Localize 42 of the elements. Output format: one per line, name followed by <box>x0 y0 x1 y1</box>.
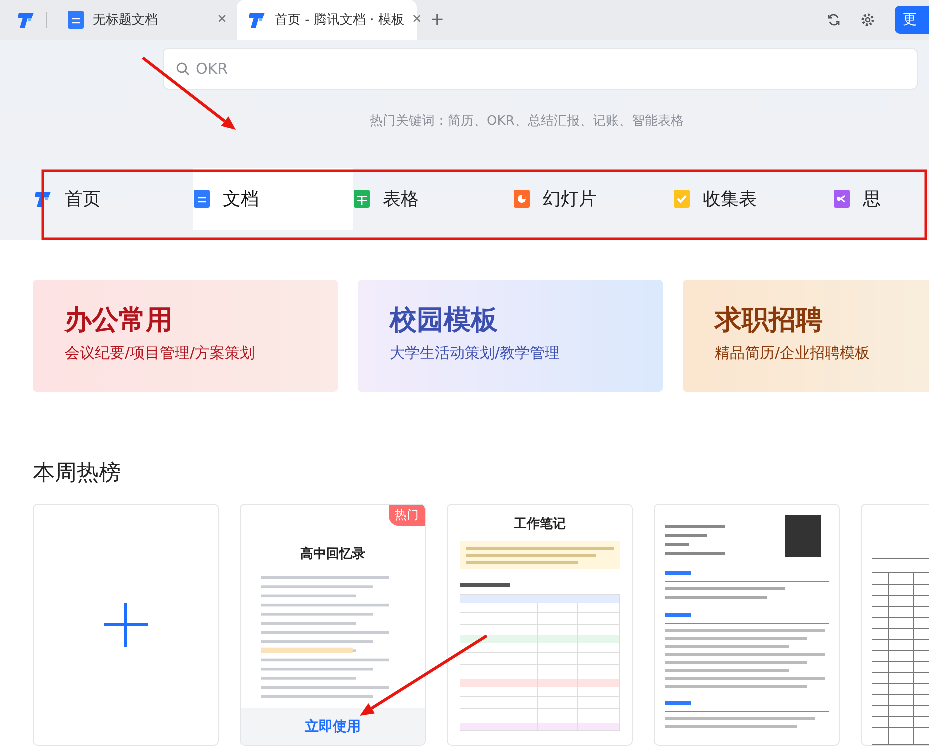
slides-icon <box>513 189 531 209</box>
section-title: 本周热榜 <box>33 460 122 488</box>
category-tab[interactable]: 首页 <box>33 168 193 230</box>
search-field[interactable]: OKR <box>163 48 918 90</box>
form-icon <box>673 189 691 209</box>
category-tab[interactable]: 表格 <box>353 168 513 230</box>
spreadsheet-icon <box>353 189 371 209</box>
category-tab[interactable]: 收集表 <box>673 168 833 230</box>
campus-banner[interactable]: 校园模板 大学生活动策划/教学管理 <box>358 280 663 392</box>
banner-subtitle: 精品简历/企业招聘模板 <box>715 344 872 363</box>
browser-tab[interactable]: 无标题文档 × <box>57 0 237 40</box>
close-tab-button[interactable]: × <box>218 11 227 29</box>
category-tab[interactable]: 文档 <box>193 168 353 230</box>
template-card[interactable] <box>654 504 840 746</box>
mind-map-icon <box>833 189 851 209</box>
refresh-icon[interactable] <box>827 13 841 27</box>
app-logo-icon <box>247 10 267 30</box>
use-now-button[interactable]: 立即使用 <box>241 708 425 745</box>
office-banner[interactable]: 办公常用 会议纪要/项目管理/方案策划 <box>33 280 338 392</box>
search-icon <box>176 62 190 76</box>
banner-title: 办公常用 <box>65 304 174 338</box>
template-title: 工作笔记 <box>513 516 567 533</box>
document-icon <box>193 189 211 209</box>
template-card[interactable]: 热门 高中回忆录 立即使用 <box>240 504 426 746</box>
banner-subtitle: 会议纪要/项目管理/方案策划 <box>65 344 256 363</box>
plus-icon <box>102 601 150 649</box>
app-logo-icon <box>16 10 36 30</box>
jobs-banner[interactable]: 求职招聘 精品简历/企业招聘模板 <box>683 280 929 392</box>
app-logo-icon <box>33 189 53 209</box>
document-icon <box>67 10 85 30</box>
template-card[interactable]: 工作笔记 <box>447 504 633 746</box>
banner-title: 校园模板 <box>390 304 499 338</box>
new-tab-button[interactable]: + <box>431 7 444 33</box>
category-tab[interactable]: 幻灯片 <box>513 168 673 230</box>
hot-keywords: 热门关键词：简历、OKR、总结汇报、记账、智能表格 <box>370 113 685 130</box>
banner-subtitle: 大学生活动策划/教学管理 <box>390 344 562 363</box>
template-title: 高中回忆录 <box>300 546 366 563</box>
banner-title: 求职招聘 <box>715 304 824 338</box>
hot-badge: 热门 <box>389 505 425 526</box>
category-tab[interactable]: 思 <box>833 168 929 230</box>
more-button[interactable]: 更 <box>895 6 929 34</box>
settings-icon[interactable] <box>861 13 875 27</box>
